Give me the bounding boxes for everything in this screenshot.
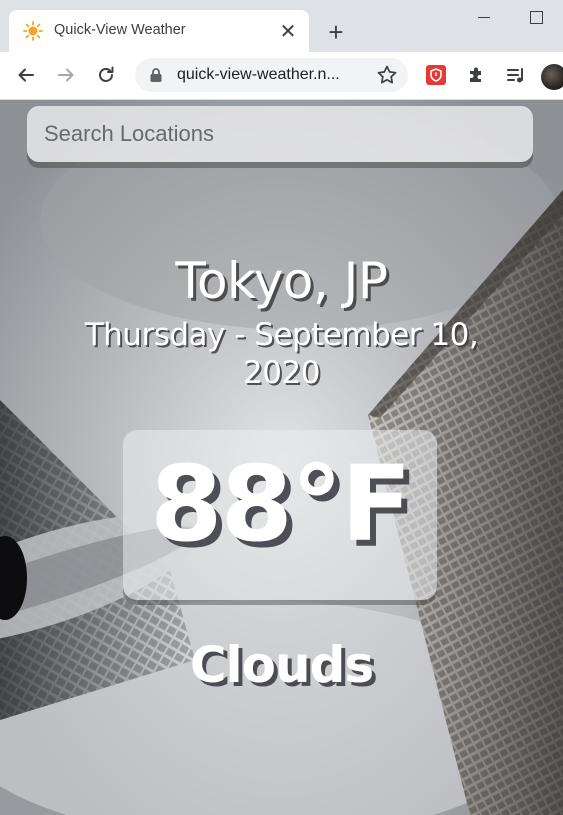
- reload-button[interactable]: [93, 62, 119, 88]
- temperature-value: 88°F: [150, 443, 412, 565]
- temperature-card: 88°F: [123, 430, 437, 600]
- forward-arrow-icon: [58, 68, 74, 82]
- star-icon[interactable]: [375, 63, 399, 87]
- browser-toolbar: quick-view-weather.n...: [0, 52, 563, 100]
- search-box[interactable]: [27, 106, 533, 162]
- search-input[interactable]: [27, 106, 533, 162]
- forward-button[interactable]: [53, 62, 79, 88]
- address-bar[interactable]: quick-view-weather.n...: [135, 58, 408, 92]
- maximize-button[interactable]: [530, 11, 543, 24]
- tab-strip: Quick-View Weather ✕ +: [0, 0, 563, 52]
- reload-icon: [99, 66, 114, 82]
- minimize-button[interactable]: [474, 6, 494, 26]
- shield-glyph-icon: [430, 68, 442, 82]
- location-title: Tokyo, JP: [175, 252, 388, 310]
- puzzle-extensions-icon: [470, 67, 481, 82]
- media-queue-icon: [507, 68, 523, 83]
- web-page: Tokyo, JP Thursday - September 10, 2020 …: [0, 100, 563, 815]
- date-label: Thursday - September 10, 2020: [84, 317, 479, 391]
- avatar[interactable]: [541, 64, 563, 90]
- active-tab[interactable]: Quick-View Weather ✕: [9, 10, 309, 52]
- media-button[interactable]: [503, 62, 529, 88]
- back-arrow-icon: [18, 68, 34, 82]
- shield-extension-icon[interactable]: [426, 65, 446, 85]
- sun-icon: [23, 21, 43, 41]
- back-button[interactable]: [13, 62, 39, 88]
- lock-icon[interactable]: [149, 67, 163, 83]
- tab-title: Quick-View Weather: [54, 22, 186, 38]
- url-text[interactable]: quick-view-weather.n...: [177, 66, 340, 84]
- extensions-button[interactable]: [463, 62, 489, 88]
- weather-condition: Clouds: [189, 636, 374, 694]
- tab-close-icon[interactable]: ✕: [275, 18, 301, 44]
- browser-window: Quick-View Weather ✕ + quick-view-weathe…: [0, 0, 563, 815]
- new-tab-button[interactable]: +: [322, 17, 350, 47]
